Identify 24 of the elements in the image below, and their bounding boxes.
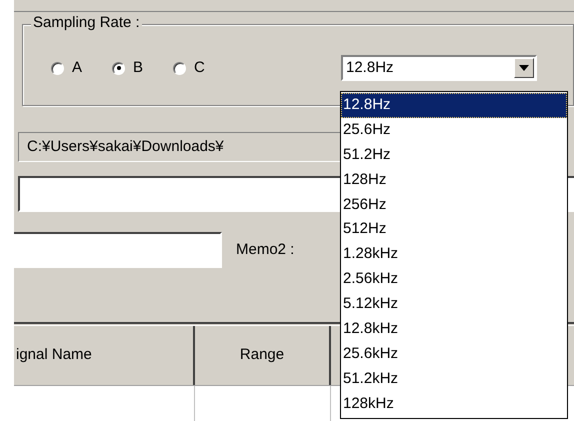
sampling-rate-dropdown[interactable]: 12.8Hz (341, 55, 537, 81)
dropdown-option[interactable]: 25.6Hz (341, 118, 567, 143)
memo-input-field[interactable] (14, 232, 222, 268)
memo2-label: Memo2 : (236, 240, 294, 260)
dropdown-option[interactable]: 256Hz (341, 192, 567, 218)
dropdown-option[interactable]: 51.2kHz (341, 366, 567, 392)
radio-button[interactable] (173, 62, 186, 74)
radio-label[interactable]: C (194, 56, 205, 80)
dropdown-option[interactable]: 5.12kHz (341, 292, 567, 318)
dropdown-option[interactable]: 12.8Hz (341, 93, 567, 118)
dropdown-option[interactable]: 12.8kHz (341, 317, 567, 342)
radio-button[interactable] (51, 62, 64, 74)
dropdown-option[interactable]: 1.28kHz (341, 242, 567, 268)
dropdown-option[interactable]: 512Hz (341, 217, 567, 242)
radio-button[interactable] (112, 62, 126, 74)
dropdown-option[interactable]: 128Hz (341, 168, 567, 193)
radio-label[interactable]: B (133, 56, 144, 80)
path-field[interactable]: C:¥Users¥sakai¥Downloads¥ (19, 136, 224, 158)
column-header[interactable]: ignal Name (14, 326, 195, 385)
dropdown-option[interactable]: 51.2Hz (341, 142, 567, 168)
dropdown-option[interactable]: 2.56kHz (341, 267, 567, 292)
dropdown-option[interactable]: 25.6kHz (341, 342, 567, 367)
group-title: Sampling Rate : (31, 13, 142, 33)
radio-label[interactable]: A (72, 56, 82, 80)
